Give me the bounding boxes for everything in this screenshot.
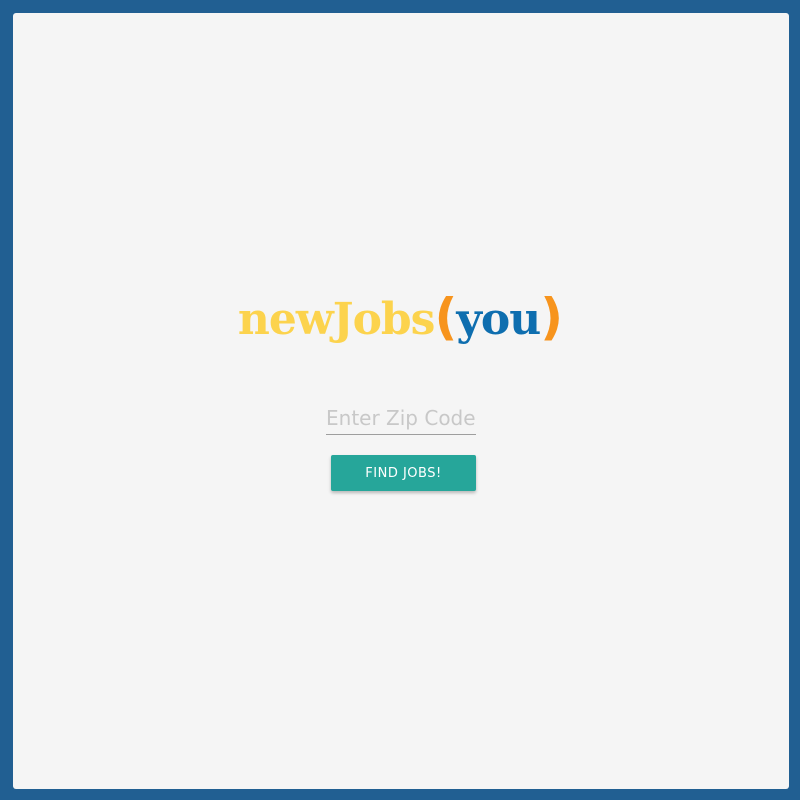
logo-text-newjobs: newJobs xyxy=(237,294,436,345)
find-jobs-button[interactable]: FIND JOBS! xyxy=(331,455,476,491)
zip-code-input[interactable] xyxy=(326,401,476,435)
logo-paren-open: ( xyxy=(434,288,457,346)
newjobs-logo: newJobs(you) xyxy=(0,282,800,355)
logo-paren-close: ) xyxy=(540,288,563,346)
logo-text-you: you xyxy=(456,294,541,345)
